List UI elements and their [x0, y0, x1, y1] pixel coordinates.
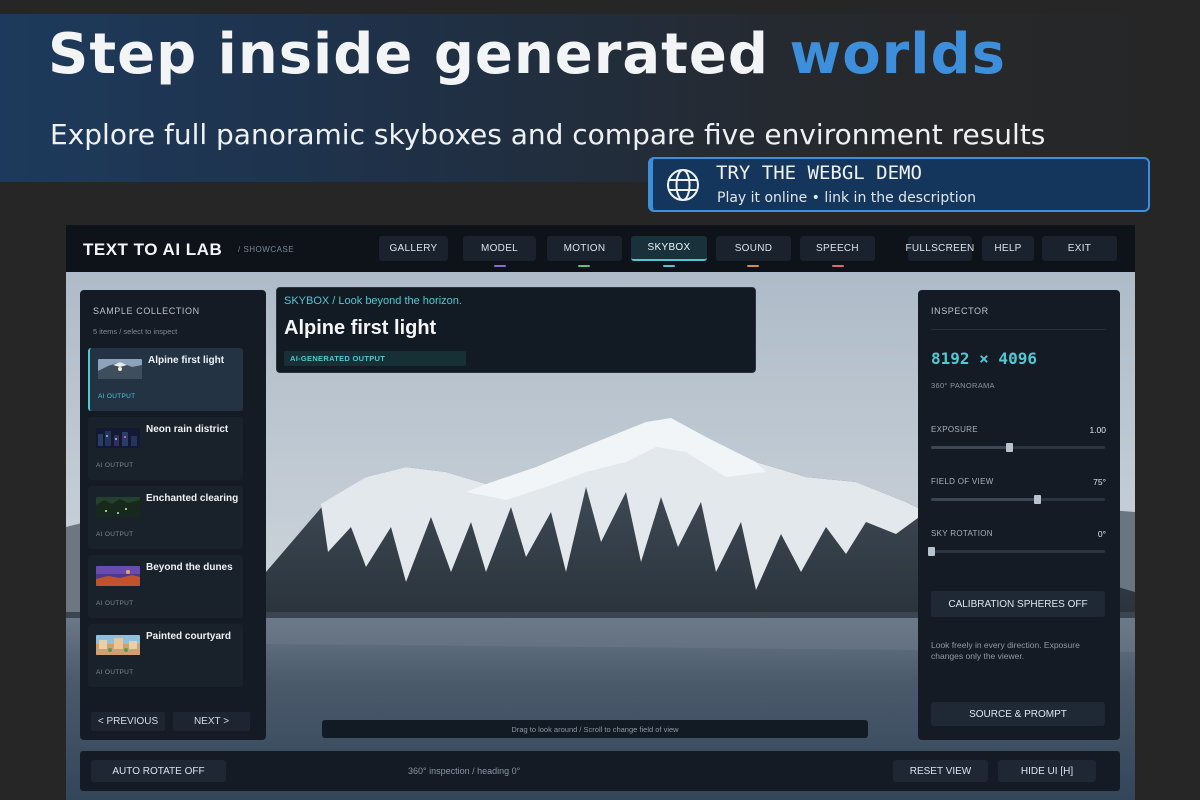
inspector-divider — [931, 329, 1106, 330]
sample-name: Alpine first light — [148, 355, 225, 366]
sample-name: Beyond the dunes — [146, 562, 233, 573]
sample-tag: AI OUTPUT — [96, 531, 134, 538]
exposure-slider-fill — [931, 446, 1010, 449]
sample-item[interactable]: Enchanted clearing AI OUTPUT — [88, 486, 243, 549]
sample-thumbnail — [96, 497, 140, 517]
fov-slider-thumb[interactable] — [1034, 495, 1042, 504]
app-breadcrumb: / SHOWCASE — [238, 245, 295, 254]
auto-rotate-toggle[interactable]: AUTO ROTATE OFF — [91, 760, 226, 782]
skybox-title: Alpine first light — [284, 317, 437, 339]
source-prompt-button[interactable]: SOURCE & PROMPT — [931, 702, 1105, 726]
inspector-note: Look freely in every direction. Exposure… — [931, 640, 1080, 661]
sample-tag: AI OUTPUT — [96, 462, 134, 469]
nav-motion-indicator — [578, 265, 590, 267]
exit-button[interactable]: EXIT — [1042, 236, 1117, 261]
next-button[interactable]: NEXT > — [173, 712, 250, 731]
inspector-panel: INSPECTOR 8192 × 4096 360° PANORAMA EXPO… — [918, 290, 1120, 740]
hide-ui-button[interactable]: HIDE UI [H] — [998, 760, 1096, 782]
promo-title: Step inside generated worlds — [48, 22, 1006, 87]
sample-tag: AI OUTPUT — [98, 393, 136, 400]
help-button[interactable]: HELP — [982, 236, 1034, 261]
nav-sound-indicator — [747, 265, 759, 267]
resolution-label: 360° PANORAMA — [931, 381, 995, 390]
resolution-value: 8192 × 4096 — [931, 349, 1037, 368]
nav-speech-button[interactable]: SPEECH — [800, 236, 875, 261]
inspector-title: INSPECTOR — [931, 306, 989, 316]
sample-name: Neon rain district — [146, 424, 229, 435]
sample-thumbnail — [96, 566, 140, 586]
promo-title-main: Step inside generated — [48, 22, 790, 87]
calibration-spheres-toggle[interactable]: CALIBRATION SPHERES OFF — [931, 591, 1105, 617]
skybox-title-card: SKYBOX / Look beyond the horizon. Alpine… — [276, 287, 756, 373]
nav-skybox-tab[interactable]: SKYBOX — [631, 236, 707, 261]
sample-tag: AI OUTPUT — [96, 600, 134, 607]
nav-sound-button[interactable]: SOUND — [716, 236, 791, 261]
webgl-demo-callout[interactable]: TRY THE WEBGL DEMO Play it online • link… — [648, 157, 1150, 212]
sky-rotation-value: 0° — [1097, 529, 1106, 539]
previous-button[interactable]: < PREVIOUS — [91, 712, 165, 731]
nav-skybox-indicator — [663, 265, 675, 267]
demo-callout-subtitle: Play it online • link in the description — [717, 190, 977, 206]
nav-gallery-button[interactable]: GALLERY — [379, 236, 448, 261]
sample-name: Painted courtyard — [146, 631, 232, 642]
exposure-value: 1.00 — [1089, 425, 1106, 435]
fov-label: FIELD OF VIEW — [931, 477, 994, 486]
navigation-hint: Drag to look around / Scroll to change f… — [322, 720, 868, 738]
app-window: TEXT TO AI LAB / SHOWCASE GALLERY MODEL … — [66, 225, 1135, 800]
promo-subtitle: Explore full panoramic skyboxes and comp… — [50, 118, 1046, 151]
nav-model-button[interactable]: MODEL — [463, 236, 536, 261]
sample-item[interactable]: Neon rain district AI OUTPUT — [88, 417, 243, 480]
sky-rotation-slider[interactable] — [928, 547, 1105, 556]
reset-view-button[interactable]: RESET VIEW — [893, 760, 988, 782]
sample-item[interactable]: Alpine first light AI OUTPUT — [88, 348, 243, 411]
sample-thumbnail — [96, 428, 140, 448]
sample-item[interactable]: Beyond the dunes AI OUTPUT — [88, 555, 243, 618]
sky-rotation-label: SKY ROTATION — [931, 529, 993, 538]
exposure-slider-thumb[interactable] — [1006, 443, 1014, 452]
heading-status: 360° inspection / heading 0° — [408, 766, 521, 776]
sample-tag: AI OUTPUT — [96, 669, 134, 676]
bottom-toolbar: AUTO ROTATE OFF 360° inspection / headin… — [80, 751, 1120, 791]
fov-slider[interactable] — [931, 495, 1105, 504]
exposure-label: EXPOSURE — [931, 425, 978, 434]
sample-name: Enchanted clearing — [146, 493, 239, 504]
globe-icon — [667, 169, 699, 201]
exposure-slider[interactable] — [931, 443, 1105, 452]
ai-generated-badge: AI-GENERATED OUTPUT — [284, 351, 466, 366]
collection-count: 5 items / select to inspect — [93, 327, 178, 336]
fov-slider-fill — [931, 498, 1038, 501]
nav-model-indicator — [494, 265, 506, 267]
sample-item[interactable]: Painted courtyard AI OUTPUT — [88, 624, 243, 687]
sample-thumbnail — [96, 635, 140, 655]
sky-rotation-slider-thumb[interactable] — [928, 547, 935, 556]
promo-title-accent: worlds — [789, 22, 1006, 87]
sample-collection-panel: SAMPLE COLLECTION 5 items / select to in… — [80, 290, 266, 740]
nav-speech-indicator — [832, 265, 844, 267]
sample-thumbnail — [98, 359, 142, 379]
fullscreen-button[interactable]: FULLSCREEN — [905, 236, 974, 261]
app-title: TEXT TO AI LAB — [83, 240, 223, 259]
app-topbar: TEXT TO AI LAB / SHOWCASE GALLERY MODEL … — [66, 225, 1135, 272]
fov-value: 75° — [1093, 477, 1106, 487]
collection-title: SAMPLE COLLECTION — [93, 306, 200, 316]
nav-motion-button[interactable]: MOTION — [547, 236, 622, 261]
demo-callout-title: TRY THE WEBGL DEMO — [716, 162, 922, 184]
skybox-breadcrumb: SKYBOX / Look beyond the horizon. — [284, 295, 462, 307]
